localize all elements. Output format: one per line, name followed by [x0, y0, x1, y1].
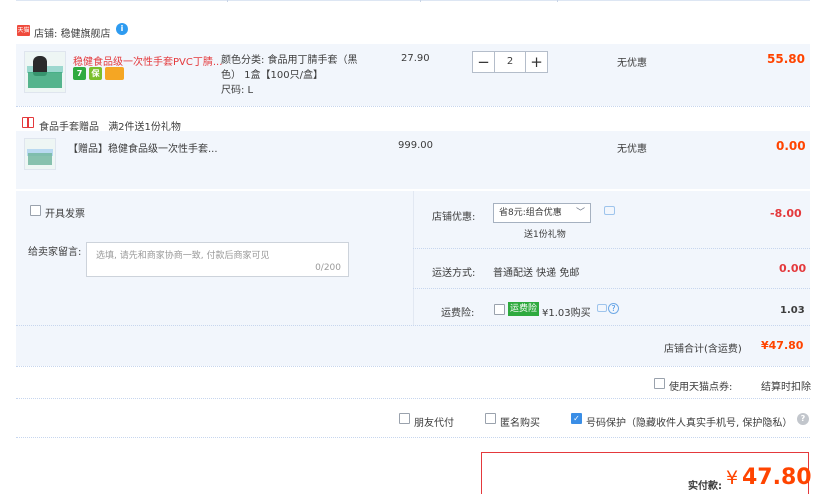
final-label: 实付款: — [688, 481, 722, 492]
divider — [16, 437, 810, 438]
divider — [16, 398, 810, 399]
points-value: 结算时扣除 — [761, 382, 811, 393]
sku-color-cont: 色） 1盒【100只/盒】 — [221, 70, 323, 81]
shop-total-label: 店铺合计(含运费) — [664, 344, 742, 355]
guarantee-icon: 保 — [89, 67, 102, 80]
friend-pay-checkbox[interactable] — [399, 413, 410, 424]
final-amount: 47.80 — [742, 465, 812, 490]
message-placeholder: 选填, 请先和商家协商一致, 付款后商家可见 — [96, 251, 270, 261]
gift-thumbnail[interactable] — [24, 138, 56, 170]
panel-vertical-divider — [413, 191, 414, 325]
divider — [413, 248, 810, 249]
insurance-badge: 运费险 — [508, 302, 540, 316]
seller-message-input[interactable]: 选填, 请先和商家协商一致, 付款后商家可见 0/200 — [86, 242, 349, 277]
points-label: 使用天猫点券: — [669, 382, 733, 393]
credit-card-icon — [105, 67, 124, 80]
shop-label: 店铺: — [34, 29, 58, 40]
divider — [16, 325, 810, 326]
shipping-method: 普通配送 快递 免邮 — [493, 268, 580, 279]
shop-total-value: ¥47.80 — [761, 339, 804, 352]
invoice-checkbox[interactable] — [30, 205, 41, 216]
divider — [16, 366, 810, 367]
shop-discount-select[interactable]: 省8元:组合优惠 ﹀ — [493, 203, 591, 223]
item-subtotal: 55.80 — [767, 52, 805, 66]
quantity-minus-button[interactable]: − — [473, 52, 495, 72]
sku-info: 颜色分类: 食品用丁腈手套（黑 色） 1盒【100只/盒】 尺码: L — [221, 53, 358, 98]
quantity-plus-button[interactable]: + — [525, 52, 547, 72]
final-currency: ¥ — [726, 467, 739, 489]
insurance-price: ¥1.03购买 — [542, 308, 591, 319]
phone-protect-label: 号码保护（隐藏收件人真实手机号, 保护隐私） — [586, 418, 793, 429]
help-icon[interactable]: ? — [797, 413, 809, 425]
product-title-link[interactable]: 稳健食品级一次性手套PVC丁腈... — [73, 53, 222, 68]
shop-discount-selected: 省8元:组合优惠 — [499, 208, 562, 218]
gift-icon — [22, 117, 34, 128]
seven-day-return-icon: 7 — [73, 67, 86, 80]
comment-icon[interactable] — [604, 206, 615, 215]
shop-discount-label: 店铺优惠: — [432, 212, 476, 223]
message-label: 给卖家留言: — [28, 247, 82, 258]
top-border — [16, 0, 810, 1]
quantity-stepper: − 2 + — [472, 51, 548, 73]
anonymous-checkbox[interactable] — [485, 413, 496, 424]
column-divider — [420, 0, 421, 2]
shipping-label: 运送方式: — [432, 268, 476, 279]
shop-discount-value: -8.00 — [770, 207, 802, 220]
anonymous-label: 匿名购买 — [500, 418, 540, 429]
quantity-input[interactable]: 2 — [495, 52, 525, 72]
shop-discount-note: 送1份礼物 — [524, 230, 566, 240]
insurance-label: 运费险: — [441, 308, 475, 319]
insurance-checkbox[interactable] — [494, 304, 505, 315]
gift-discount: 无优惠 — [617, 144, 647, 155]
product-thumbnail[interactable] — [24, 51, 66, 93]
help-icon[interactable]: ? — [608, 303, 619, 314]
divider — [413, 288, 810, 289]
sku-size: 尺码: L — [221, 85, 254, 96]
message-char-count: 0/200 — [315, 263, 341, 273]
gift-price: 999.00 — [398, 140, 433, 151]
unit-price: 27.90 — [401, 53, 430, 64]
shipping-fee: 0.00 — [779, 262, 807, 275]
invoice-label: 开具发票 — [45, 209, 85, 220]
shop-name[interactable]: 稳健旗舰店 — [61, 29, 111, 40]
column-divider — [227, 0, 228, 2]
insurance-value: 1.03 — [780, 305, 805, 316]
order-confirm-page: 天猫 店铺: 稳健旗舰店 i 稳健食品级一次性手套PVC丁腈... 7 保 颜色… — [0, 0, 813, 494]
gift-subtotal: 0.00 — [776, 139, 806, 153]
divider — [16, 106, 810, 107]
chevron-down-icon: ﹀ — [575, 208, 585, 218]
shop-header: 店铺: 稳健旗舰店 — [34, 25, 111, 40]
column-divider — [557, 0, 558, 2]
phone-protect-checkbox[interactable]: ✓ — [571, 413, 582, 424]
wangwang-chat-icon[interactable]: i — [116, 23, 128, 35]
tmall-shop-icon: 天猫 — [17, 25, 30, 36]
gift-title[interactable]: 【赠品】稳健食品级一次性手套... — [68, 140, 218, 155]
sku-color: 颜色分类: 食品用丁腈手套（黑 — [221, 55, 358, 66]
final-payment-box: 实付款: ¥ 47.80 — [481, 452, 812, 494]
friend-pay-label: 朋友代付 — [414, 418, 454, 429]
item-discount: 无优惠 — [617, 58, 647, 69]
comment-icon[interactable] — [597, 304, 607, 312]
points-checkbox[interactable] — [654, 378, 665, 389]
